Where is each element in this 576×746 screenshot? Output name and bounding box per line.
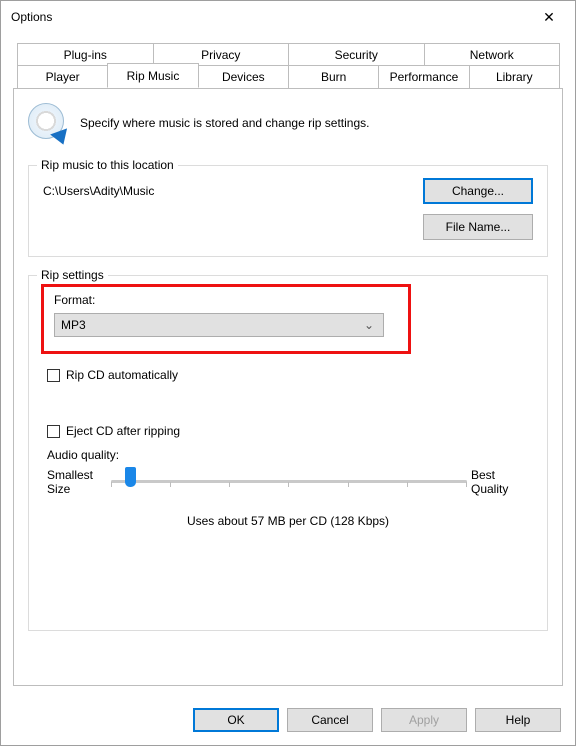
panel-header: Specify where music is stored and change… <box>28 103 548 143</box>
eject-label: Eject CD after ripping <box>66 424 180 438</box>
window-title: Options <box>11 10 527 24</box>
close-icon[interactable]: ✕ <box>527 2 571 32</box>
tab-devices[interactable]: Devices <box>198 65 289 88</box>
group-rip-location-legend: Rip music to this location <box>37 158 178 172</box>
content-area: Plug-ins Privacy Security Network Player… <box>1 33 575 695</box>
group-rip-location: Rip music to this location C:\Users\Adit… <box>28 165 548 257</box>
options-dialog: Options ✕ Plug-ins Privacy Security Netw… <box>0 0 576 746</box>
tab-network[interactable]: Network <box>424 43 561 66</box>
apply-button[interactable]: Apply <box>381 708 467 732</box>
tab-library[interactable]: Library <box>469 65 560 88</box>
ok-button[interactable]: OK <box>193 708 279 732</box>
audio-quality-usage: Uses about 57 MB per CD (128 Kbps) <box>43 514 533 528</box>
panel-description: Specify where music is stored and change… <box>80 116 369 130</box>
format-combobox[interactable]: MP3 ⌄ <box>54 313 384 337</box>
group-rip-settings: Rip settings Format: MP3 ⌄ Rip CD automa… <box>28 275 548 631</box>
format-highlight: Format: MP3 ⌄ <box>41 284 411 354</box>
rip-location-path: C:\Users\Adity\Music <box>43 178 413 198</box>
file-name-button[interactable]: File Name... <box>423 214 533 240</box>
tab-player[interactable]: Player <box>17 65 108 88</box>
rip-auto-label: Rip CD automatically <box>66 368 178 382</box>
tab-performance[interactable]: Performance <box>378 65 469 88</box>
cancel-button[interactable]: Cancel <box>287 708 373 732</box>
group-rip-settings-legend: Rip settings <box>37 268 108 282</box>
tab-burn[interactable]: Burn <box>288 65 379 88</box>
change-location-button[interactable]: Change... <box>423 178 533 204</box>
tab-security[interactable]: Security <box>288 43 425 66</box>
audio-quality-slider-row: Smallest Size Best Quality <box>47 468 529 504</box>
audio-quality-slider[interactable] <box>111 468 467 504</box>
audio-quality-label: Audio quality: <box>47 448 533 462</box>
slider-min-label: Smallest Size <box>47 468 107 496</box>
help-button[interactable]: Help <box>475 708 561 732</box>
slider-max-label: Best Quality <box>471 468 529 496</box>
titlebar: Options ✕ <box>1 1 575 33</box>
slider-thumb[interactable] <box>125 467 136 487</box>
format-value: MP3 <box>61 318 361 332</box>
eject-row[interactable]: Eject CD after ripping <box>47 424 533 438</box>
rip-auto-row[interactable]: Rip CD automatically <box>47 368 533 382</box>
chevron-down-icon: ⌄ <box>361 318 377 332</box>
tab-strip: Plug-ins Privacy Security Network Player… <box>13 43 563 89</box>
tab-panel-rip-music: Specify where music is stored and change… <box>13 88 563 686</box>
cd-rip-icon <box>28 103 68 143</box>
format-label: Format: <box>54 293 398 307</box>
rip-auto-checkbox[interactable] <box>47 369 60 382</box>
eject-checkbox[interactable] <box>47 425 60 438</box>
dialog-button-bar: OK Cancel Apply Help <box>1 695 575 745</box>
tab-rip-music[interactable]: Rip Music <box>107 63 198 88</box>
